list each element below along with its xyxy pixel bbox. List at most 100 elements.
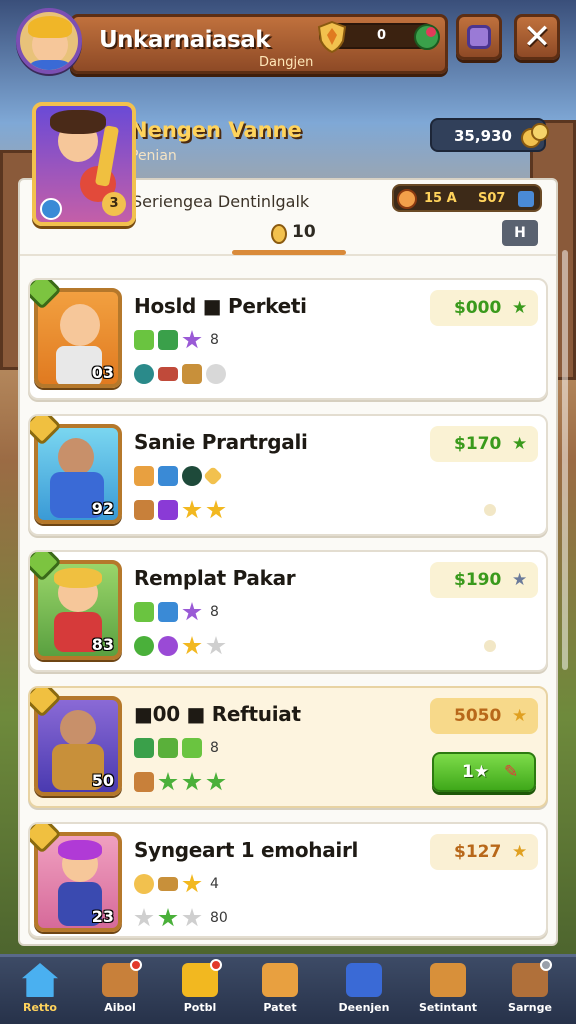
- close-icon: ✕: [522, 17, 552, 57]
- star-rating-empty-icon: [182, 908, 202, 927]
- price-tag[interactable]: 5050 ★: [430, 698, 538, 734]
- bag-skill-icon: [134, 738, 154, 758]
- tab-h-button[interactable]: H: [502, 220, 538, 246]
- nav-item-chest[interactable]: Potbl: [164, 959, 236, 1023]
- nav-label: Retto: [22, 1001, 57, 1014]
- skill-row: [134, 466, 223, 486]
- skill-count: 8: [210, 740, 219, 756]
- map-icon: [518, 191, 534, 207]
- player-avatar[interactable]: [16, 8, 82, 74]
- gear-row: 80: [134, 908, 228, 928]
- character-face: [60, 710, 96, 746]
- card-name: Hosld ■ Perketi: [134, 294, 307, 318]
- nav-label: Setintant: [418, 1001, 477, 1014]
- top-bar: Unkarnaiasak Dangjen 0 ✕: [0, 0, 576, 78]
- card-level: 23: [91, 907, 114, 926]
- notification-dot: [210, 959, 222, 971]
- bottom-nav: Retto Aibol Potbl Patet Deenjen Setintan…: [0, 954, 576, 1024]
- shop-icon: [512, 959, 552, 997]
- crate-skill-icon: [134, 466, 154, 486]
- star-rating-icon: [158, 908, 178, 927]
- crate-icon: [430, 963, 466, 997]
- avatar-shirt: [30, 60, 70, 70]
- star-skill-icon: [182, 874, 202, 893]
- resource-value: 0: [377, 28, 387, 43]
- hero-card[interactable]: 92 Sanie Prartrgali $170 ★: [28, 414, 548, 536]
- hero-level: 3: [102, 192, 126, 216]
- skill-row: 8: [134, 330, 219, 350]
- hero-hair: [50, 110, 106, 134]
- price-value: 5050: [454, 706, 502, 726]
- nav-item-box[interactable]: Patet: [244, 963, 316, 1023]
- character-face: [58, 438, 94, 476]
- sword-skill-icon: [134, 330, 154, 350]
- shield-skill-icon: [158, 602, 178, 622]
- star-icon: ★: [512, 434, 528, 454]
- price-tag[interactable]: $127 ★: [430, 834, 538, 870]
- price-value: $190: [454, 570, 502, 590]
- skill-row: 4: [134, 874, 219, 894]
- nav-item-home[interactable]: Retto: [4, 963, 76, 1023]
- skill-row: 8: [134, 602, 219, 622]
- nav-label: Potbl: [183, 1001, 217, 1014]
- hero-card[interactable]: 83 Remplat Pakar $190 ★ 8: [28, 550, 548, 672]
- indicator-dot: [484, 504, 496, 516]
- coin-balance[interactable]: 35,930: [430, 118, 549, 152]
- game-title: Unkarnaiasak: [99, 27, 271, 53]
- chest-skill-icon: [158, 877, 178, 891]
- tab-count[interactable]: 10: [292, 222, 316, 242]
- price-value: $000: [454, 298, 502, 318]
- hero-portrait[interactable]: 3: [32, 102, 136, 226]
- star-rating-icon: [206, 500, 226, 519]
- nav-label: Sarnge: [508, 1001, 552, 1014]
- panel-stats: 15 A S07: [392, 184, 542, 212]
- empty-slot-icon: [206, 364, 226, 384]
- coin-value: 35,930: [454, 127, 512, 145]
- gear-row: [134, 364, 226, 384]
- class-icon: [40, 198, 62, 220]
- star-icon: ★: [512, 570, 528, 590]
- price-tag[interactable]: $000 ★: [430, 290, 538, 326]
- star-skill-icon: [182, 330, 202, 349]
- shield-skill-icon: [158, 466, 178, 486]
- coin-icon: [271, 224, 287, 244]
- game-subtitle: Dangjen: [259, 55, 314, 70]
- potion-skill-icon: [182, 738, 202, 758]
- nav-item-bag[interactable]: Aibol: [84, 959, 156, 1023]
- card-level: 03: [91, 363, 114, 382]
- buy-label: 1★: [462, 762, 490, 782]
- scrollbar[interactable]: [562, 250, 568, 670]
- buy-button[interactable]: 1★ ✎: [432, 752, 536, 792]
- gem-gear-icon: [158, 500, 178, 520]
- gem-button[interactable]: [456, 14, 502, 60]
- star-icon: ★: [512, 842, 528, 862]
- nav-item-shop[interactable]: Sarnge: [494, 959, 566, 1023]
- price-tag[interactable]: $170 ★: [430, 426, 538, 462]
- hero-card-selected[interactable]: 50 ■00 ■ Reftuiat 5050 ★ 8 1★ ✎: [28, 686, 548, 808]
- star-rating-empty-icon: [134, 908, 154, 927]
- orb-gear-icon: [158, 636, 178, 656]
- star-rating-icon: [182, 500, 202, 519]
- price-value: $127: [454, 842, 502, 862]
- nav-label: Aibol: [104, 1001, 136, 1014]
- price-value: $170: [454, 434, 502, 454]
- nav-label: Deenjen: [338, 1001, 390, 1014]
- close-button[interactable]: ✕: [514, 14, 560, 60]
- star-skill-icon: [182, 602, 202, 621]
- stat-a: 15 A: [424, 191, 457, 206]
- star-rating-icon: [158, 772, 178, 791]
- main-panel: Seriengea Dentinlgalk 15 A S07 10 H 03 H…: [18, 178, 568, 946]
- hero-card[interactable]: 23 Syngeart 1 emohairl $127 ★ 4 80: [28, 822, 548, 938]
- nav-item-dungeon[interactable]: Deenjen: [328, 963, 400, 1023]
- nav-item-crate[interactable]: Setintant: [412, 963, 484, 1023]
- crate-gear-icon: [134, 772, 154, 792]
- banana-icon: [94, 125, 120, 187]
- star-rating-icon: [206, 772, 226, 791]
- notification-dot: [540, 959, 552, 971]
- hero-card[interactable]: 03 Hosld ■ Perketi $000 ★ 8: [28, 278, 548, 400]
- price-tag[interactable]: $190 ★: [430, 562, 538, 598]
- orb-icon: [414, 24, 440, 50]
- resource-counter[interactable]: 0: [317, 21, 440, 53]
- star-rating-empty-icon: [206, 636, 226, 655]
- gem-skill-icon: [203, 466, 223, 486]
